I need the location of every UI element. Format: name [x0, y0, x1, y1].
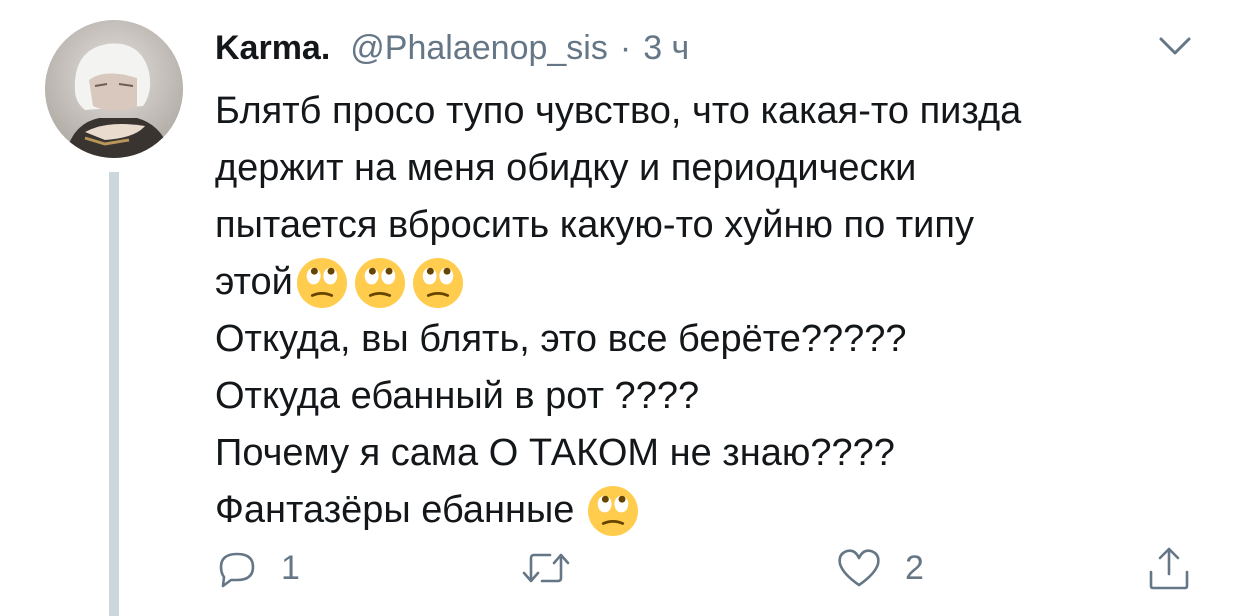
- timestamp[interactable]: 3 ч: [643, 29, 689, 68]
- tweet-line-text: Откуда ебанный в рот ????: [215, 375, 700, 417]
- tweet-text: Блятб просо тупо чувство, что какая-то п…: [215, 83, 1205, 539]
- tweet-line: Блятб просо тупо чувство, что какая-то п…: [215, 83, 1205, 140]
- tweet-actions: 1 2: [215, 540, 1205, 596]
- tweet-line: держит на меня обидку и периодически: [215, 140, 1205, 197]
- chevron-down-icon: [1159, 37, 1191, 55]
- like-count: 2: [905, 548, 924, 587]
- tweet-line: пытается вбросить какую-то хуйню по типу: [215, 197, 1205, 254]
- retweet-button[interactable]: [520, 540, 572, 596]
- rolling-eyes-emoji-icon: [296, 257, 347, 308]
- avatar[interactable]: [45, 20, 183, 158]
- thread-line: [109, 172, 119, 616]
- tweet-line: Почему я сама О ТАКОМ не знаю????: [215, 425, 1205, 482]
- tweet-line-text: держит на меня обидку и периодически: [215, 147, 917, 189]
- rolling-eyes-emoji-icon: [412, 257, 463, 308]
- more-options-button[interactable]: [1157, 32, 1193, 60]
- avatar-image: [45, 20, 183, 158]
- tweet-line: этой: [215, 254, 1205, 311]
- reply-icon: [219, 552, 255, 588]
- tweet-line: Откуда, вы блять, это все берёте?????: [215, 311, 1205, 368]
- rolling-eyes-emoji-icon: [588, 485, 639, 536]
- separator-dot: ·: [619, 28, 632, 67]
- display-name[interactable]: Karma.: [215, 29, 330, 68]
- tweet-line-text: Блятб просо тупо чувство, что какая-то п…: [215, 90, 1022, 132]
- heart-icon: [838, 549, 880, 587]
- like-button[interactable]: 2: [835, 540, 924, 596]
- tweet-line-text: Фантазёры ебанные: [215, 489, 575, 531]
- tweet-line-text: этой: [215, 261, 293, 303]
- tweet-line-text: Откуда, вы блять, это все берёте?????: [215, 318, 907, 360]
- share-button[interactable]: [1145, 540, 1193, 596]
- tweet-header: Karma. @Phalaenop_sis · 3 ч: [215, 26, 689, 70]
- tweet-line-text: пытается вбросить какую-то хуйню по типу: [215, 204, 974, 246]
- rolling-eyes-emoji-icon: [354, 257, 405, 308]
- reply-button[interactable]: 1: [215, 540, 300, 596]
- tweet-line: Фантазёры ебанные: [215, 482, 1205, 539]
- tweet-line: Откуда ебанный в рот ????: [215, 368, 1205, 425]
- user-handle[interactable]: @Phalaenop_sis: [350, 29, 608, 68]
- reply-count: 1: [281, 548, 300, 587]
- share-icon: [1149, 547, 1189, 590]
- tweet[interactable]: Karma. @Phalaenop_sis · 3 ч Блятб просо …: [0, 0, 1242, 616]
- tweet-line-text: Почему я сама О ТАКОМ не знаю????: [215, 432, 895, 474]
- retweet-icon: [522, 553, 570, 583]
